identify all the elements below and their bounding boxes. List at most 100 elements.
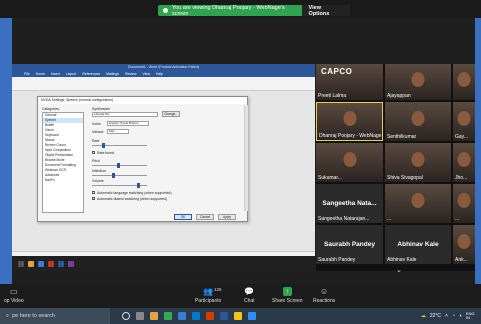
reactions-button[interactable]: ☺ Reactions [313,287,335,304]
participant-tile[interactable] [453,64,475,100]
rate-slider[interactable] [92,145,147,146]
participant-name: ... [455,216,460,222]
chat-button[interactable]: 💬 Chat [244,287,255,304]
windows-taskbar: ⌕ pe here to search ☁ 22°C ˄ ◔ ◖ ENG IN [0,308,481,324]
task-view-icon[interactable] [136,312,144,320]
participant-name: Senthilkumar [387,134,417,140]
view-options-button[interactable]: View Options [301,5,350,17]
word-icon[interactable] [220,312,228,320]
shared-nvda-icon [68,260,74,267]
cancel-button[interactable]: Cancel [196,214,214,220]
cortana-icon[interactable] [122,312,130,320]
office-icon[interactable] [206,312,214,320]
taskbar-search-placeholder: pe here to search [12,313,55,319]
ribbon-tab[interactable]: File [24,72,30,76]
ribbon-tab[interactable]: Home [36,72,45,76]
shared-screen: Document1 - Word (Product Activation Fai… [12,64,315,271]
participant-tile[interactable]: Gay... [453,102,475,141]
participants-icon: 👥 [203,287,214,296]
store-icon[interactable] [192,312,200,320]
search-icon: ⌕ [6,312,10,319]
participant-tile[interactable]: Ank... [453,225,475,264]
inflection-label: Inflection [92,169,107,173]
participant-video [457,192,471,208]
language-indicator[interactable]: ENG IN [466,312,478,320]
participants-label: Participants [195,298,222,304]
auto-dialect-checkbox[interactable] [92,197,95,200]
stop-video-button[interactable]: ▭ op Video [4,287,24,304]
shared-word-icon [58,260,64,267]
pitch-slider-knob[interactable] [117,163,120,168]
rate-boost-checkbox[interactable] [92,151,95,154]
reactions-label: Reactions [313,298,336,304]
zoom-icon[interactable] [248,312,256,320]
participant-tile[interactable]: Shiva Sivagopal [385,143,451,182]
participant-video [457,233,471,249]
volume-icon[interactable]: ◖ [459,313,462,319]
participant-video [343,111,356,127]
chrome-icon[interactable] [164,312,172,320]
participant-video [411,110,425,126]
participant-name: Ajayappan [387,93,411,99]
weather-icon: ☁ [420,313,426,319]
volume-slider-knob[interactable] [137,183,140,188]
volume-label: Volume [92,179,104,183]
inflection-slider[interactable] [92,175,147,176]
reactions-icon: ☺ [320,287,329,296]
edge-icon[interactable] [178,312,186,320]
categories-list[interactable]: General Speech Braille Vision Keyboard Mouse R… [42,112,84,213]
participant-tile[interactable]: Jho... [453,143,475,182]
desktop-edge-right [475,18,481,284]
ribbon-tab[interactable]: Review [125,72,136,76]
network-icon[interactable]: ◔ [452,313,455,319]
participant-tile[interactable]: Sukumar... [316,143,383,182]
rate-slider-knob[interactable] [102,143,105,148]
participant-name: Jho... [455,175,468,181]
ribbon-tab[interactable]: Layout [66,72,77,76]
synth-field[interactable]: eSpeak NG [92,112,158,117]
taskbar-search[interactable]: ⌕ pe here to search [0,308,110,324]
share-screen-label: Share Screen [272,298,303,304]
desktop-edge-left [0,18,12,284]
nvda-settings-dialog: NVDA Settings: Speech (normal configurat… [37,96,248,222]
ribbon-tab[interactable]: References [82,72,100,76]
participant-video [411,151,425,167]
ribbon-tab[interactable]: View [143,72,151,76]
tray-arrow-icon[interactable]: ˄ [445,313,448,319]
participant-tile[interactable]: Senthilkumar [385,102,451,141]
voice-select[interactable]: English (Great Britain) [107,121,149,126]
participant-tile[interactable]: Saurabh Pandey Saurabh Pandey [316,225,383,264]
ribbon-tab[interactable]: Insert [51,72,60,76]
ribbon-tab[interactable]: Help [156,72,163,76]
shared-start-icon [18,260,24,267]
participant-tile[interactable]: Ajayappan [385,64,451,100]
change-synth-button[interactable]: Change... [162,111,180,117]
gallery-next-icon[interactable]: ⌄ [396,266,402,274]
participant-name: Sangeetha Natarajan... [318,216,370,222]
word-title-bar: Document1 - Word (Product Activation Fai… [12,64,315,71]
auto-language-checkbox[interactable] [92,191,95,194]
participant-tile[interactable]: ... [453,184,475,223]
participant-tile[interactable]: Abhinav Kale Abhinav Kale [385,225,451,264]
participant-tile[interactable]: ... [385,184,451,223]
share-screen-button[interactable]: ↑ Share Screen [272,287,303,304]
notes-icon[interactable] [234,312,242,320]
participant-tile[interactable]: Sangeetha Nata... Sangeetha Natarajan... [316,184,383,223]
speech-settings-panel: Synthesizer eSpeak NG Change... Voice: E… [90,107,240,211]
participant-video [411,71,425,87]
participant-tile[interactable]: Dhanraj Poojary - WebNage [316,102,383,141]
participant-name: Ank... [455,257,468,263]
dialog-scrollbar[interactable] [244,105,248,211]
ok-button[interactable]: OK [174,214,192,220]
shared-folder-icon [28,260,34,267]
apply-button[interactable]: Apply [218,214,236,220]
participant-tile[interactable]: CAPCO Preeti Lalma [316,64,383,100]
inflection-slider-knob[interactable] [112,173,115,178]
variant-select[interactable]: Max [107,129,129,134]
file-explorer-icon[interactable] [150,312,158,320]
category-item[interactable]: NaxPo [43,178,83,183]
share-screen-icon: ↑ [282,287,292,296]
shared-taskbar [12,256,315,271]
ribbon-tab[interactable]: Mailings [106,72,119,76]
participant-name: Dhanraj Poojary - WebNage [319,133,382,139]
